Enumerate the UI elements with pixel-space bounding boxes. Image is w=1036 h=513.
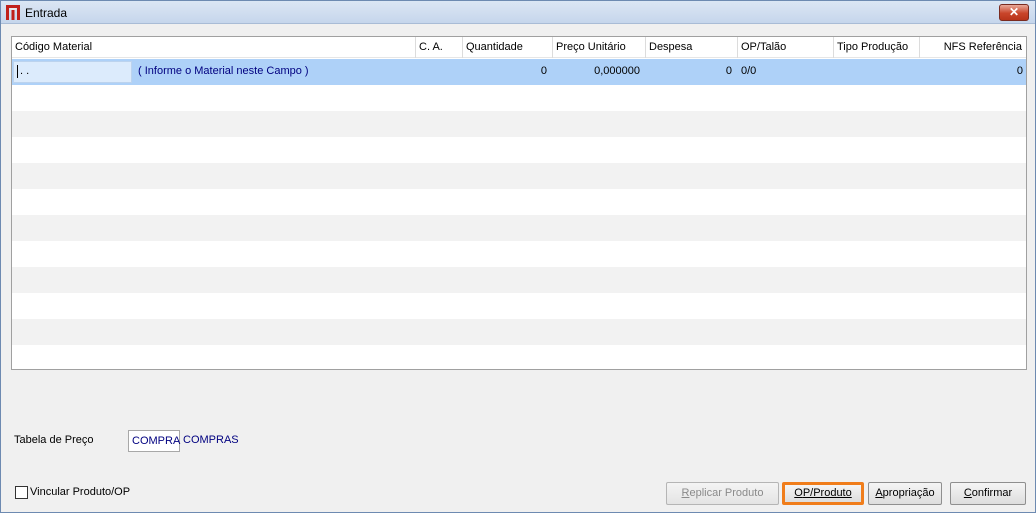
- app-logo-icon: [6, 5, 20, 20]
- empty-row: [12, 163, 1026, 189]
- price-table-input[interactable]: COMPRA: [128, 430, 180, 452]
- quantity-cell[interactable]: 0: [463, 59, 553, 85]
- op-product-button[interactable]: OP/Produto: [782, 482, 864, 505]
- appropriation-label: propriação: [882, 487, 935, 499]
- price-table-description: COMPRAS: [183, 434, 239, 446]
- column-header-nfs-referencia[interactable]: NFS Referência: [920, 37, 1026, 58]
- tipo-producao-cell[interactable]: [837, 59, 920, 85]
- entrada-window: Entrada ✕ Código Material C. A. Quantida…: [0, 0, 1036, 513]
- empty-row: [12, 319, 1026, 345]
- confirm-accel: C: [963, 487, 972, 499]
- empty-row: [12, 293, 1026, 319]
- unit-price-cell[interactable]: 0,000000: [553, 59, 646, 85]
- price-table-label: Tabela de Preço: [14, 434, 94, 446]
- material-code-field[interactable]: . .: [13, 61, 132, 83]
- close-button[interactable]: ✕: [999, 4, 1029, 21]
- confirm-button[interactable]: Confirmar: [950, 482, 1026, 505]
- confirm-label: onfirmar: [971, 487, 1013, 499]
- column-header-despesa[interactable]: Despesa: [646, 37, 738, 58]
- window-title: Entrada: [25, 6, 68, 20]
- column-header-codigo-material[interactable]: Código Material: [12, 37, 416, 58]
- op-talao-cell[interactable]: 0/0: [741, 59, 834, 85]
- empty-row: [12, 111, 1026, 137]
- column-header-op-talao[interactable]: OP/Talão: [738, 37, 834, 58]
- expense-cell[interactable]: 0: [646, 59, 738, 85]
- column-header-tipo-producao[interactable]: Tipo Produção: [834, 37, 920, 58]
- empty-row: [12, 267, 1026, 293]
- items-grid[interactable]: Código Material C. A. Quantidade Preço U…: [11, 36, 1027, 370]
- link-product-op-checkbox[interactable]: [15, 486, 28, 499]
- replicate-product-button[interactable]: Replicar Produto: [666, 482, 779, 505]
- text-cursor: [17, 64, 18, 78]
- nfs-referencia-cell[interactable]: 0: [920, 59, 1026, 85]
- column-header-ca[interactable]: C. A.: [416, 37, 463, 58]
- op-product-label: P/Produto: [802, 487, 852, 499]
- column-header-preco-unitario[interactable]: Preço Unitário: [553, 37, 646, 58]
- appropriation-accel: A: [875, 487, 883, 499]
- material-description: ( Informe o Material neste Campo ): [138, 65, 309, 77]
- empty-row: [12, 85, 1026, 111]
- empty-row: [12, 241, 1026, 267]
- material-code-value: . .: [20, 65, 30, 77]
- empty-row: [12, 215, 1026, 241]
- replicate-label: eplicar Produto: [689, 487, 764, 499]
- empty-row: [12, 137, 1026, 163]
- title-bar: Entrada ✕: [1, 1, 1035, 24]
- op-product-accel: O: [794, 487, 803, 499]
- grid-header: Código Material C. A. Quantidade Preço U…: [12, 37, 1026, 58]
- table-row[interactable]: . . ( Informe o Material neste Campo ) 0…: [12, 59, 1026, 85]
- column-header-quantidade[interactable]: Quantidade: [463, 37, 553, 58]
- link-product-op-label[interactable]: Vincular Produto/OP: [30, 486, 130, 498]
- empty-row: [12, 345, 1026, 369]
- empty-row: [12, 189, 1026, 215]
- appropriation-button[interactable]: Apropriação: [868, 482, 942, 505]
